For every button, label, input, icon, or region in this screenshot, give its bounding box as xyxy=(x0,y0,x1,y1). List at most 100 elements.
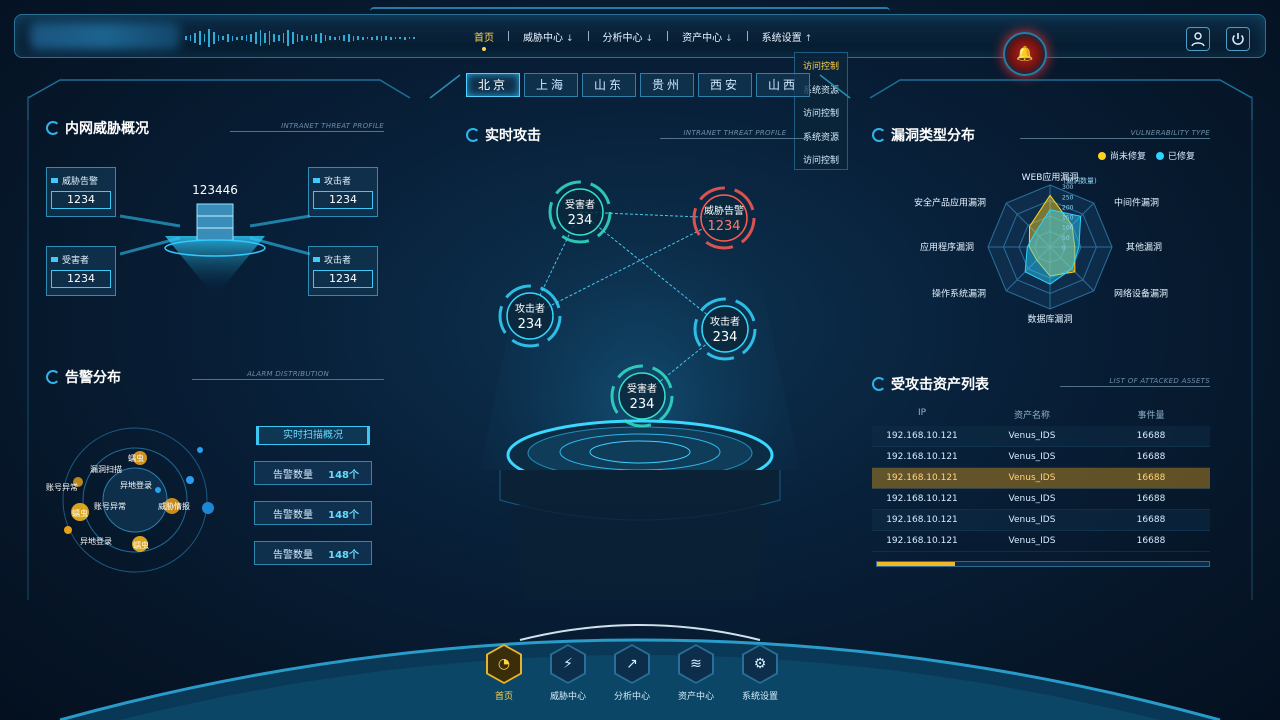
vuln-radar-chart: 300250200150100500(漏洞数量)WEB应用漏洞中间件漏洞其他漏洞… xyxy=(914,171,1168,325)
table-cell: 16688 xyxy=(1136,431,1166,441)
vuln-title: 漏洞类型分布 xyxy=(872,125,975,145)
bottom-nav-label: 分析中心 xyxy=(613,692,650,702)
table-row[interactable]: 192.168.10.121 Venus_IDS 16688 xyxy=(872,489,1210,510)
radar-tick: 150 xyxy=(1062,215,1074,222)
table-cell: Venus_IDS xyxy=(1008,515,1056,525)
table-cell: 16688 xyxy=(1136,536,1166,546)
node-ring-inner xyxy=(618,372,666,420)
radar-axis-label: 网络设备漏洞 xyxy=(1114,288,1168,300)
legend-dot xyxy=(1098,151,1106,160)
bottom-nav-item-3[interactable]: ≋ 资产中心 xyxy=(672,644,720,702)
gauge-icon: ◔ xyxy=(497,656,511,672)
table-row[interactable]: 192.168.10.121 Venus_IDS 16688 xyxy=(872,468,1210,489)
legend-item-fixed: 已修复 xyxy=(1156,149,1195,162)
assets-title-text: 受攻击资产列表 xyxy=(891,377,989,393)
node-value: 234 xyxy=(518,317,543,332)
section-marker-icon xyxy=(872,377,886,391)
table-cell: 192.168.10.121 xyxy=(886,515,958,525)
vuln-legend: 尚未修复 已修复 xyxy=(1098,149,1195,162)
table-header-cell: IP xyxy=(917,408,927,418)
table-body: 192.168.10.121 Venus_IDS 16688 192.168.10.1… xyxy=(872,426,1210,552)
radar-axis-label: 其他漏洞 xyxy=(1126,241,1162,253)
attack-node[interactable]: 攻击者 234 xyxy=(693,297,757,361)
radar-tick: 0 xyxy=(1062,245,1066,252)
table-cell: 16688 xyxy=(1136,452,1166,462)
radar-tick: 200 xyxy=(1062,204,1074,211)
node-label: 受害者 xyxy=(565,198,595,211)
bottom-nav-label: 系统设置 xyxy=(741,692,778,702)
legend-item-unfixed: 尚未修复 xyxy=(1098,149,1146,162)
table-scrollbar[interactable] xyxy=(876,561,1210,567)
assets-subtitle: LIST OF ATTACKED ASSETS xyxy=(1060,377,1210,387)
bottom-nav-label: 首页 xyxy=(494,692,513,702)
legend-label: 已修复 xyxy=(1168,152,1196,162)
table-cell: 192.168.10.121 xyxy=(886,431,958,441)
node-value: 1234 xyxy=(707,219,740,234)
attack-node[interactable]: 威胁告警 1234 xyxy=(692,186,756,250)
table-cell: 192.168.10.121 xyxy=(886,473,958,483)
bottom-nav: ◔ 首页 ⚡ 威胁中心 ↗ 分析中心 ≋ 资产中心 ⚙ 系统设置 xyxy=(480,644,784,702)
legend-label: 尚未修复 xyxy=(1110,152,1147,162)
shield-icon: ⚡ xyxy=(563,656,573,672)
node-label: 威胁告警 xyxy=(704,204,744,217)
radar-tick: 100 xyxy=(1062,225,1074,232)
table-cell: Venus_IDS xyxy=(1008,494,1056,504)
vuln-subtitle: VULNERABILITY TYPE xyxy=(1020,129,1210,139)
gear-icon: ⚙ xyxy=(753,656,767,672)
table-cell: Venus_IDS xyxy=(1008,536,1056,546)
radar-tick: 300 xyxy=(1062,184,1074,191)
radar-axis-label: 操作系统漏洞 xyxy=(932,288,986,300)
radar-tick: 50 xyxy=(1062,235,1070,242)
attack-node[interactable]: 攻击者 234 xyxy=(498,284,562,348)
bottom-nav-hex: ↗ xyxy=(614,644,650,684)
bottom-nav-hex: ⚡ xyxy=(550,644,586,684)
table-header: IP 资产名称 事件量 xyxy=(872,408,1210,426)
node-label: 受害者 xyxy=(627,382,657,395)
bottom-nav-item-0[interactable]: ◔ 首页 xyxy=(480,644,528,702)
bottom-nav-label: 资产中心 xyxy=(677,692,714,702)
table-row[interactable]: 192.168.10.121 Venus_IDS 16688 xyxy=(872,531,1210,552)
table-header-cell: 事件量 xyxy=(1137,411,1165,421)
assets-table: IP 资产名称 事件量 192.168.10.121 Venus_IDS 16688 192… xyxy=(872,408,1210,552)
attack-node[interactable]: 受害者 234 xyxy=(548,180,612,244)
table-cell: 16688 xyxy=(1136,494,1166,504)
bottom-nav-item-4[interactable]: ⚙ 系统设置 xyxy=(736,644,784,702)
table-cell: Venus_IDS xyxy=(1008,452,1056,462)
attack-graph: 受害者 234 威胁告警 1234 攻击者 234 攻击者 234 受害者 234 xyxy=(498,180,757,428)
table-row[interactable]: 192.168.10.121 Venus_IDS 16688 xyxy=(872,510,1210,531)
node-ring-inner xyxy=(701,305,749,353)
bottom-nav-label: 威胁中心 xyxy=(549,692,586,702)
table-cell: 192.168.10.121 xyxy=(886,494,958,504)
node-value: 234 xyxy=(713,330,738,345)
node-ring-inner xyxy=(506,292,554,340)
table-cell: 16688 xyxy=(1136,473,1166,483)
radar-axis-label: 应用程序漏洞 xyxy=(920,241,974,253)
bottom-nav-item-2[interactable]: ↗ 分析中心 xyxy=(608,644,656,702)
node-label: 攻击者 xyxy=(515,302,545,315)
node-value: 234 xyxy=(630,397,655,412)
bottom-nav-item-1[interactable]: ⚡ 威胁中心 xyxy=(544,644,592,702)
table-cell: 192.168.10.121 xyxy=(886,452,958,462)
bottom-nav-hex: ◔ xyxy=(486,644,522,684)
scrollbar-thumb[interactable] xyxy=(877,562,955,566)
table-row[interactable]: 192.168.10.121 Venus_IDS 16688 xyxy=(872,447,1210,468)
table-cell: 16688 xyxy=(1136,515,1166,525)
node-ring-inner xyxy=(700,194,748,242)
legend-dot xyxy=(1156,151,1165,160)
table-row[interactable]: 192.168.10.121 Venus_IDS 16688 xyxy=(872,426,1210,447)
vuln-title-text: 漏洞类型分布 xyxy=(891,128,975,144)
table-header-cell: 资产名称 xyxy=(1013,411,1050,421)
attack-node[interactable]: 受害者 234 xyxy=(610,364,674,428)
radar-axis-label: WEB应用漏洞 xyxy=(1022,171,1079,183)
radar-tick: 250 xyxy=(1062,194,1074,201)
attack-link xyxy=(529,217,725,317)
radar-axis-label: 中间件漏洞 xyxy=(1114,196,1159,208)
node-ring-inner xyxy=(556,188,604,236)
assets-title: 受攻击资产列表 xyxy=(872,374,989,394)
database-icon: ≋ xyxy=(690,656,702,672)
bottom-nav-hex: ⚙ xyxy=(742,644,778,684)
radar-axis-label: 数据库漏洞 xyxy=(1027,313,1072,325)
chart-icon: ↗ xyxy=(626,656,638,672)
section-marker-icon xyxy=(872,128,886,142)
table-cell: Venus_IDS xyxy=(1008,431,1056,441)
